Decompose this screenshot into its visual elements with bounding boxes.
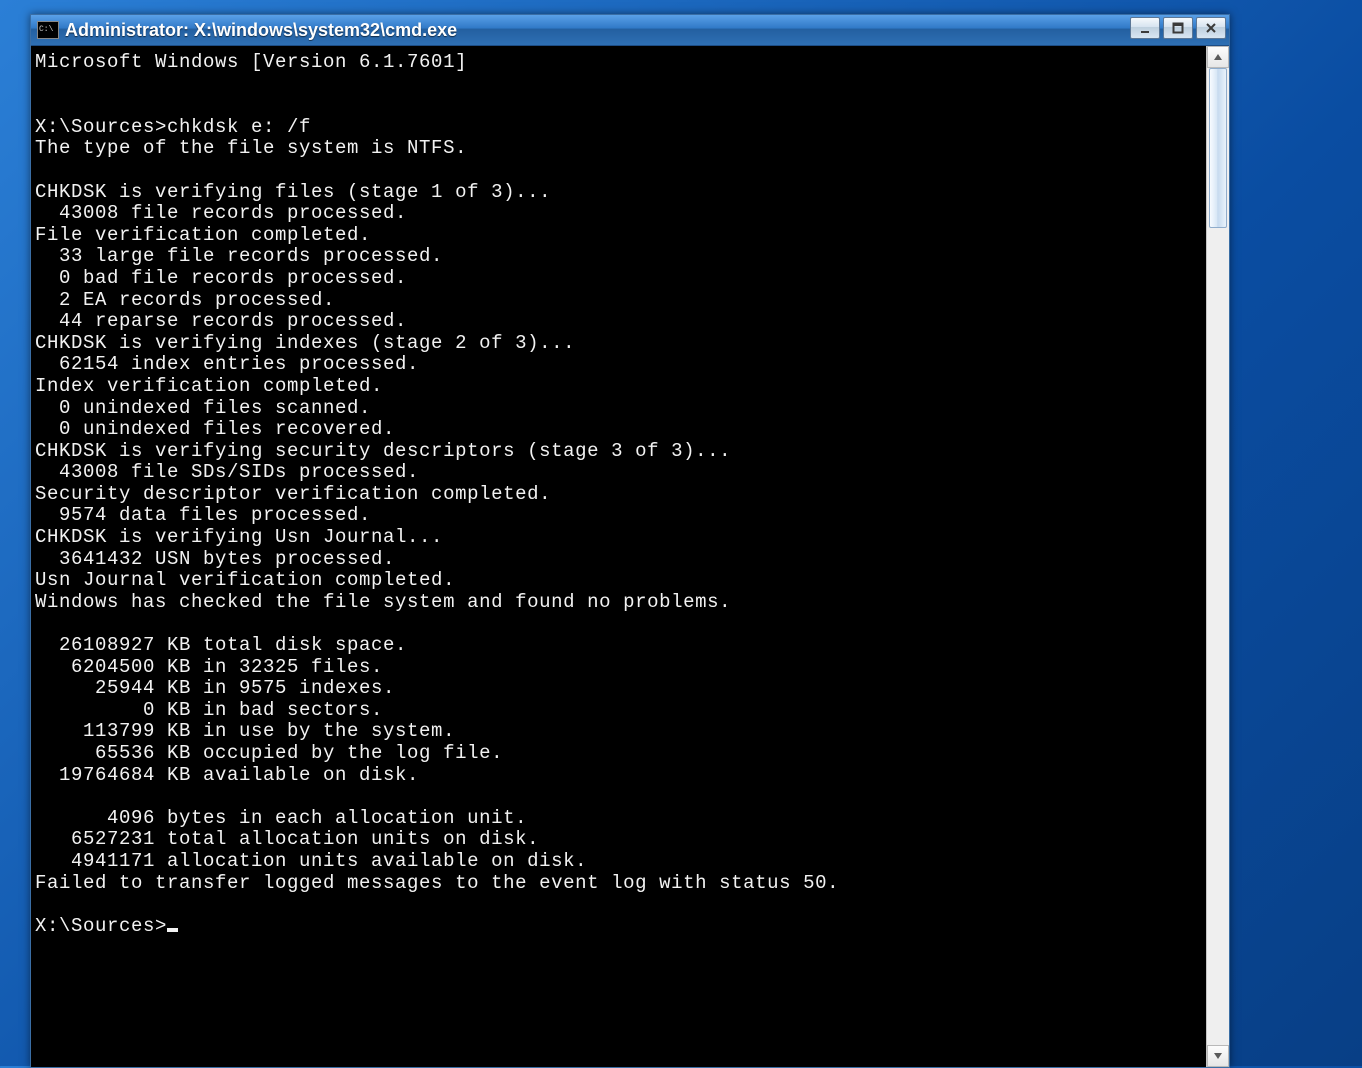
window-titlebar[interactable]: Administrator: X:\windows\system32\cmd.e…	[31, 15, 1229, 46]
maximize-button[interactable]	[1163, 17, 1193, 39]
window-client-area: Microsoft Windows [Version 6.1.7601] X:\…	[31, 46, 1229, 1067]
cmd-window: Administrator: X:\windows\system32\cmd.e…	[30, 14, 1230, 1068]
console-output[interactable]: Microsoft Windows [Version 6.1.7601] X:\…	[31, 46, 1206, 1067]
cmd-icon	[37, 21, 59, 39]
window-title: Administrator: X:\windows\system32\cmd.e…	[65, 20, 1130, 41]
scroll-track[interactable]	[1207, 68, 1229, 1045]
vertical-scrollbar[interactable]	[1206, 46, 1229, 1067]
scroll-up-button[interactable]	[1207, 46, 1229, 68]
minimize-button[interactable]	[1130, 17, 1160, 39]
close-button[interactable]	[1196, 17, 1226, 39]
window-controls	[1130, 15, 1229, 45]
text-cursor	[167, 928, 178, 932]
scroll-thumb[interactable]	[1209, 68, 1227, 228]
scroll-down-button[interactable]	[1207, 1045, 1229, 1067]
